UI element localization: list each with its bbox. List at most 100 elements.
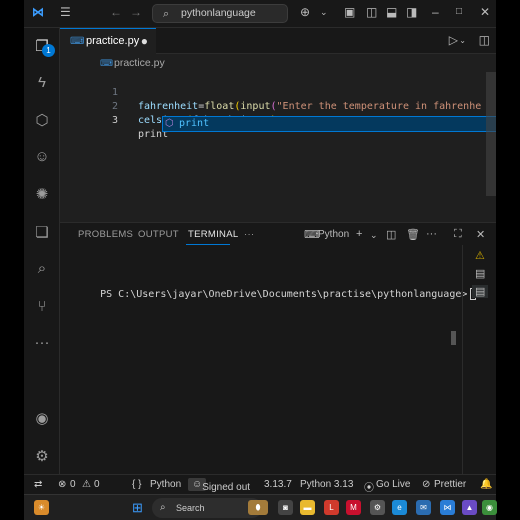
maximize-icon[interactable]: □ [456, 6, 462, 17]
interpreter[interactable]: Python 3.13 [300, 479, 353, 490]
settings-sync-icon[interactable]: ✺ [33, 186, 51, 204]
toggle-sidebar-icon[interactable]: ◫ [366, 5, 377, 19]
warning-count[interactable]: 0 [94, 479, 100, 490]
chevron-down-icon[interactable]: ⌄ [370, 230, 378, 241]
windows-start-icon[interactable]: ⊞ [130, 500, 145, 515]
taskbar-search[interactable]: ⌕ Search [152, 498, 262, 518]
more-actions-icon[interactable]: ··· [426, 228, 437, 240]
minimize-icon[interactable]: – [432, 5, 439, 19]
editor-tab-bar: ⌨ practice.py ● ▷ ⌄ ◫ ··· [60, 28, 496, 54]
split-editor-icon[interactable]: ◫ [479, 33, 490, 47]
warning-icon[interactable]: ⚠ [475, 249, 485, 262]
account-icon[interactable]: ◉ [33, 410, 51, 428]
run-dropdown-icon[interactable]: ⌄ [459, 36, 466, 45]
mail-icon[interactable]: ✉ [416, 500, 431, 515]
function-cube-icon: ⬡ [165, 118, 174, 129]
app-l-icon[interactable]: L [324, 500, 339, 515]
terminal-output[interactable]: PS C:\Users\jayar\OneDrive\Documents\pra… [64, 277, 477, 311]
split-terminal-icon[interactable]: ◫ [386, 228, 396, 241]
vscode-window: ⋈ ☰ ← → ⌕ pythonlanguage ⊕ ⌄ ▣ ◫ ⬓ ◨ – □… [24, 0, 496, 520]
unsaved-dot-icon[interactable]: ● [141, 29, 148, 54]
autocomplete-suggestion[interactable]: ⬡ print [162, 116, 496, 132]
source-control-icon[interactable]: ⑂ [33, 298, 51, 316]
remote-icon[interactable]: ⇄ [34, 479, 42, 490]
status-bar: ⇄ ⊗ 0 ⚠ 0 { } Python ☺ Signed out 3.13.7… [24, 474, 496, 494]
search-icon: ⌕ [160, 502, 166, 513]
tab-practice-py[interactable]: ⌨ practice.py ● [60, 28, 156, 54]
suggestion-label: print [179, 118, 210, 129]
chevron-down-icon[interactable]: ⌄ [320, 7, 328, 18]
tab-output[interactable]: OUTPUT [138, 229, 179, 240]
lightning-icon[interactable]: ϟ [33, 74, 51, 92]
prettier[interactable]: Prettier [434, 479, 466, 490]
vscode-logo-icon: ⋈ [32, 5, 44, 19]
signed-out-status[interactable]: ☺ Signed out [188, 478, 250, 493]
file-explorer-icon[interactable]: ▬ [300, 500, 315, 515]
layout-toggle-icon[interactable]: ▣ [344, 5, 355, 19]
signed-out-label: Signed out [202, 482, 251, 493]
title-bar: ⋈ ☰ ← → ⌕ pythonlanguage ⊕ ⌄ ▣ ◫ ⬓ ◨ – □… [24, 0, 496, 28]
active-tab-indicator [186, 244, 230, 245]
new-terminal-icon[interactable]: + [356, 228, 362, 240]
vscode-taskbar-icon[interactable]: ⋈ [440, 500, 455, 515]
copilot-icon[interactable]: ⊕ [300, 5, 310, 19]
code-line: 1 fahrenheit=float(input("Enter the temp… [60, 72, 496, 112]
activity-bar: ❐ 1 ϟ ⬡ ☺ ✺ ❏ ⌕ ⑂ ··· ◉ ⚙ [24, 28, 60, 474]
terminal-scrollbar[interactable] [451, 331, 456, 345]
trash-icon[interactable]: 🗑 [406, 228, 420, 241]
settings-app-icon[interactable]: ⚙ [370, 500, 385, 515]
maximize-panel-icon[interactable]: ⛶ [454, 228, 462, 241]
search-icon[interactable]: ⌕ [33, 260, 51, 278]
weather-icon[interactable]: ☀ [34, 500, 49, 515]
menu-icon[interactable]: ☰ [60, 5, 71, 19]
toggle-secondary-sidebar-icon[interactable]: ◨ [406, 5, 417, 19]
python-version[interactable]: 3.13.7 [264, 479, 292, 490]
tab-terminal[interactable]: TERMINAL [188, 229, 238, 240]
terminal-instance-active-icon[interactable]: ▤ [472, 285, 489, 298]
code-line: 2 celsius=(fahrenheit-32)*5/9 [60, 86, 496, 126]
terminal-kind[interactable]: Python [318, 229, 349, 240]
forward-arrow-icon[interactable]: → [130, 5, 142, 19]
toggle-panel-icon[interactable]: ⬓ [386, 5, 397, 19]
copilot-agent-icon[interactable]: ☺ [33, 148, 51, 166]
language-mode[interactable]: Python [150, 479, 181, 490]
files-icon[interactable]: ❏ [33, 224, 51, 242]
terminal-instance-icon[interactable]: ▤ [475, 267, 485, 280]
command-center-search[interactable]: ⌕ pythonlanguage [152, 4, 288, 23]
language-braces-icon: { } [132, 479, 142, 490]
terminal-prompt: PS C:\Users\jayar\OneDrive\Documents\pra… [100, 289, 468, 300]
bottom-panel: PROBLEMS OUTPUT TERMINAL ··· ⌨ Python + … [60, 222, 496, 475]
tab-filename: practice.py [86, 35, 140, 47]
photos-icon[interactable]: ▲ [462, 500, 477, 515]
warning-icon[interactable]: ⚠ [82, 479, 91, 490]
chrome-icon[interactable]: ◉ [482, 500, 497, 515]
close-window-icon[interactable]: ✕ [480, 5, 490, 19]
explorer-badge: 1 [42, 44, 55, 57]
gear-icon[interactable]: ⚙ [33, 448, 51, 466]
close-panel-icon[interactable]: ✕ [476, 228, 485, 241]
panel-more-icon[interactable]: ··· [244, 229, 254, 240]
camera-app-icon[interactable]: ◙ [278, 500, 293, 515]
go-live-icon: ⦿ [364, 483, 374, 494]
error-icon[interactable]: ⊗ [58, 479, 66, 490]
vertical-scrollbar[interactable] [486, 72, 496, 196]
error-count[interactable]: 0 [70, 479, 76, 490]
tab-problems[interactable]: PROBLEMS [78, 229, 133, 240]
windows-taskbar: ☀ ⊞ ⌕ Search ⬮ ◙ ▬ L M ⚙ e ✉ ⋈ ▲ ◉ [24, 494, 497, 520]
more-icon[interactable]: ··· [33, 334, 51, 352]
go-live[interactable]: Go Live [376, 479, 410, 490]
notifications-icon[interactable]: 🔔 [480, 479, 492, 490]
search-icon: ⌕ [163, 8, 170, 20]
python-file-icon: ⌨ [70, 36, 85, 47]
mcafee-icon[interactable]: M [346, 500, 361, 515]
prettier-icon: ⊘ [422, 479, 431, 490]
python-file-icon: ⌨ [100, 58, 113, 68]
edge-icon[interactable]: e [392, 500, 407, 515]
code-editor[interactable]: 1 fahrenheit=float(input("Enter the temp… [60, 72, 496, 290]
run-icon[interactable]: ▷ [449, 33, 458, 47]
breadcrumb[interactable]: ⌨ practice.py [60, 54, 496, 72]
extensions-box-icon[interactable]: ⬡ [33, 112, 51, 130]
widget-icon[interactable]: ⬮ [248, 500, 268, 515]
back-arrow-icon[interactable]: ← [110, 5, 122, 19]
code-line: 3 print [60, 100, 496, 140]
